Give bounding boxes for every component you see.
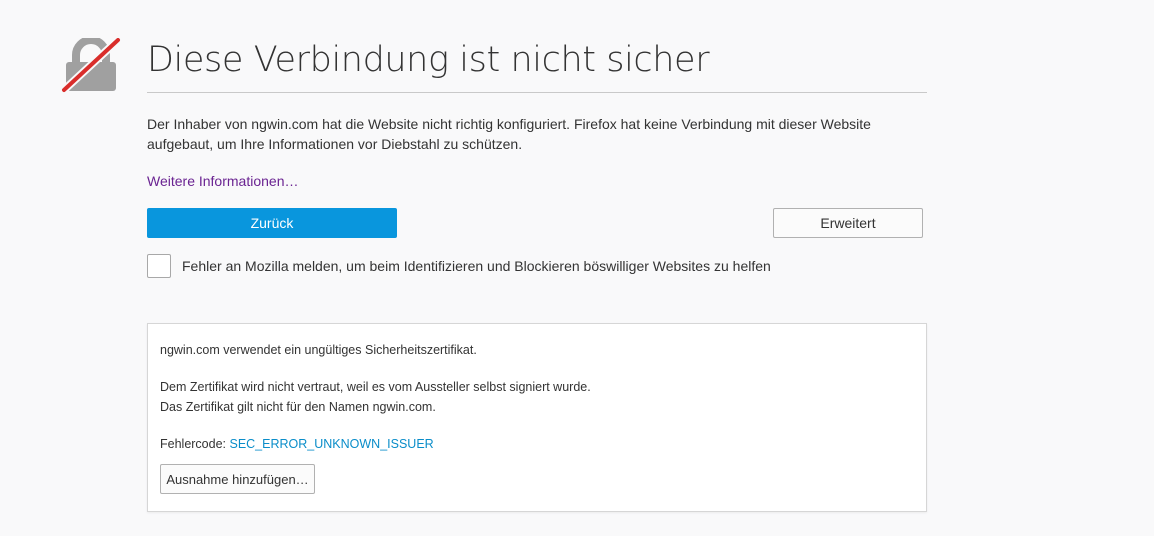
advanced-button[interactable]: Erweitert	[773, 208, 923, 238]
error-description: Der Inhaber von ngwin.com hat die Websit…	[147, 116, 871, 152]
add-exception-button[interactable]: Ausnahme hinzufügen…	[160, 464, 315, 494]
certificate-name-mismatch-text: Das Zertifikat gilt nicht für den Namen …	[160, 400, 436, 414]
error-code-prefix: Fehlercode:	[160, 437, 230, 451]
error-page: Diese Verbindung ist nicht sicher Der In…	[0, 0, 1154, 536]
error-code-link[interactable]: SEC_ERROR_UNKNOWN_ISSUER	[229, 437, 433, 451]
page-title: Diese Verbindung ist nicht sicher	[147, 40, 710, 80]
report-checkbox[interactable]	[147, 254, 171, 278]
report-option: Fehler an Mozilla melden, um beim Identi…	[147, 254, 927, 280]
error-code-line: Fehlercode: SEC_ERROR_UNKNOWN_ISSUER	[160, 434, 914, 454]
certificate-invalid-text: ngwin.com verwendet ein ungültiges Siche…	[160, 343, 477, 357]
report-checkbox-label: Fehler an Mozilla melden, um beim Identi…	[182, 258, 771, 274]
learn-more-link[interactable]: Weitere Informationen…	[147, 171, 298, 191]
broken-lock-icon	[60, 38, 122, 94]
title-divider	[147, 92, 927, 93]
back-button[interactable]: Zurück	[147, 208, 397, 238]
button-row: Zurück Erweitert	[147, 208, 927, 238]
advanced-details-panel: ngwin.com verwendet ein ungültiges Siche…	[147, 323, 927, 512]
main-content: Diese Verbindung ist nicht sicher Der In…	[147, 0, 927, 280]
certificate-self-signed-text: Dem Zertifikat wird nicht vertraut, weil…	[160, 380, 591, 394]
